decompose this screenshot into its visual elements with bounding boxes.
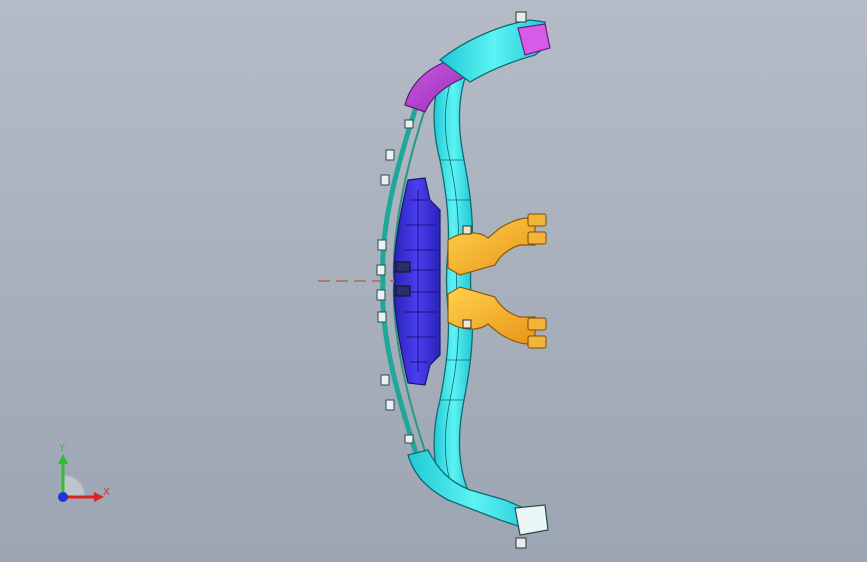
- lower-outlet[interactable]: [514, 504, 549, 536]
- center-clip-lower: [395, 285, 411, 297]
- center-housing[interactable]: [393, 177, 441, 386]
- triad-y-label: Y: [59, 443, 66, 454]
- outlet-nozzles: [527, 213, 547, 349]
- graphics-viewport[interactable]: Y X: [0, 0, 867, 562]
- assembly-model[interactable]: [0, 0, 867, 562]
- y-axis-arrow: [58, 454, 68, 464]
- triad-x-label: X: [103, 487, 110, 498]
- center-clip-upper: [395, 261, 411, 273]
- z-axis-dot: [58, 492, 68, 502]
- upper-outlet-tab: [515, 11, 527, 23]
- lower-outlet-tab: [515, 537, 527, 549]
